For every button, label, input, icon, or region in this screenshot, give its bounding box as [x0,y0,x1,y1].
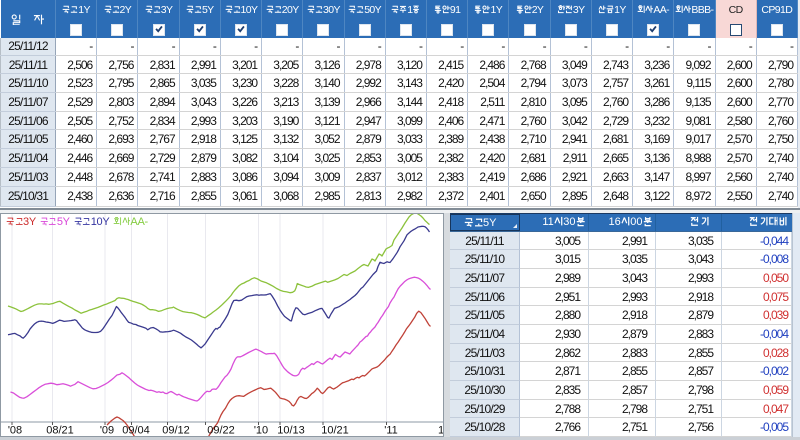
svg-text:1: 1 [438,425,443,437]
svg-text:10/21: 10/21 [321,425,349,437]
svg-text:09/22: 09/22 [207,425,235,437]
svg-text:'08: '08 [8,425,22,437]
svg-text:'10: '10 [254,425,268,437]
svg-text:'09: '09 [100,425,114,437]
svg-text:08/21: 08/21 [46,425,74,437]
svg-text:09/04: 09/04 [122,425,150,437]
svg-text:10/13: 10/13 [277,425,305,437]
svg-text:'11: '11 [384,425,398,437]
svg-text:09/12: 09/12 [162,425,190,437]
